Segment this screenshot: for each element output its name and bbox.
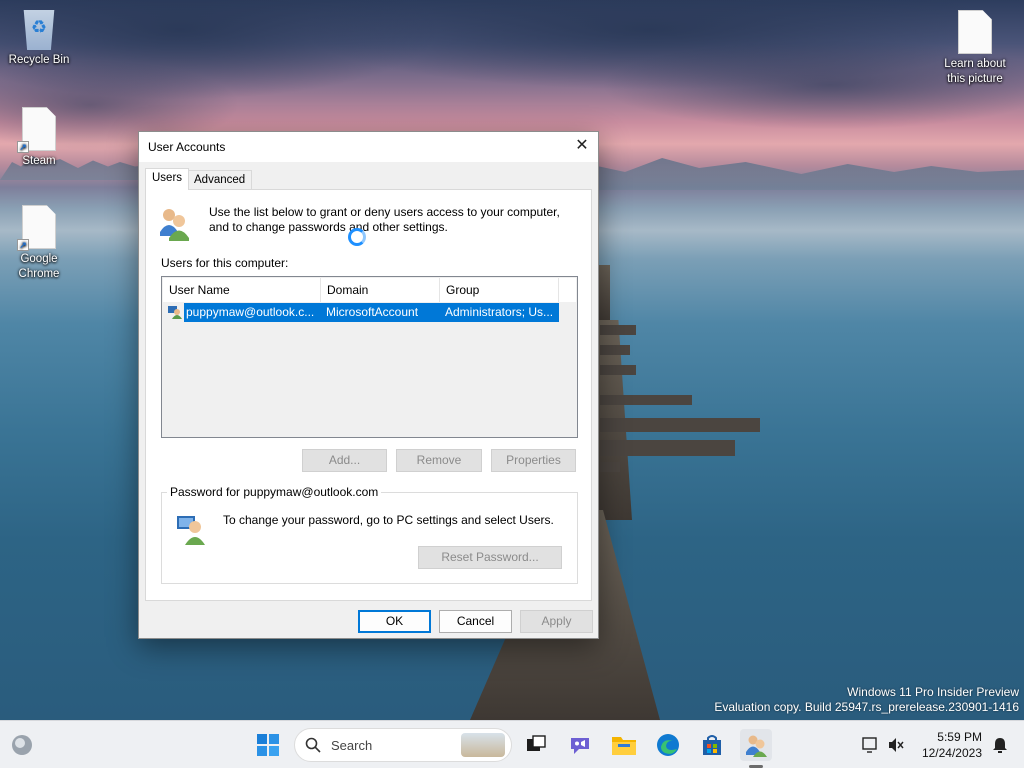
tab-users[interactable]: Users: [145, 168, 190, 190]
reset-password-button[interactable]: Reset Password...: [418, 546, 562, 569]
desktop-icon-label: Steam: [22, 155, 56, 167]
cell-user-name: puppymaw@outlook.c...: [184, 303, 320, 322]
desktop-icon-steam[interactable]: ↗ Steam: [1, 107, 77, 169]
search-highlight-image: [461, 733, 505, 757]
add-button[interactable]: Add...: [302, 449, 387, 472]
intro-text: Use the list below to grant or deny user…: [209, 205, 560, 234]
desktop-icon-label: Google Chrome: [18, 253, 60, 280]
watermark-line-2: Evaluation copy. Build 25947.rs_prerelea…: [714, 700, 1019, 714]
file-explorer-icon[interactable]: [608, 729, 640, 761]
dialog-title: User Accounts: [148, 140, 226, 154]
desktop-icon-google-chrome[interactable]: ↗ Google Chrome: [1, 205, 77, 282]
recycle-bin-icon: ♻: [23, 10, 55, 50]
clock-time: 5:59 PM: [937, 730, 982, 744]
teams-chat-icon[interactable]: [564, 729, 596, 761]
desktop-icon-label: Recycle Bin: [8, 54, 70, 66]
properties-button[interactable]: Properties: [491, 449, 576, 472]
edge-icon[interactable]: [652, 729, 684, 761]
shortcut-arrow-icon: ↗: [17, 239, 29, 251]
watermark-line-1: Windows 11 Pro Insider Preview: [847, 685, 1019, 699]
cell-domain: MicrosoftAccount: [320, 303, 439, 322]
taskbar: Search 5:59 PM 12/24/2023: [0, 720, 1024, 768]
password-groupbox: [161, 492, 578, 584]
users-list[interactable]: User Name Domain Group puppymaw@outlook.…: [161, 276, 578, 438]
clock[interactable]: 5:59 PM 12/24/2023: [922, 729, 982, 761]
widgets-icon[interactable]: [6, 729, 38, 761]
taskbar-search-box[interactable]: Search: [294, 728, 512, 762]
user-accounts-dialog: User Accounts ✕ Users Advanced Use the l…: [138, 131, 599, 639]
user-password-icon: [175, 512, 211, 551]
notification-icon[interactable]: [984, 729, 1016, 761]
dialog-titlebar[interactable]: User Accounts ✕: [139, 132, 598, 162]
search-placeholder: Search: [331, 738, 373, 753]
close-icon: ✕: [575, 137, 589, 154]
clock-date: 12/24/2023: [921, 746, 982, 760]
busy-cursor-icon: [348, 228, 366, 246]
remove-button[interactable]: Remove: [396, 449, 482, 472]
column-header-domain[interactable]: Domain: [321, 278, 440, 302]
users-icon: [155, 204, 195, 247]
evaluation-watermark: Windows 11 Pro Insider Preview Evaluatio…: [714, 685, 1019, 715]
cancel-button[interactable]: Cancel: [439, 610, 512, 633]
close-button[interactable]: ✕: [566, 132, 598, 162]
cell-group: Administrators; Us...: [439, 303, 559, 322]
column-header-group[interactable]: Group: [440, 278, 559, 302]
task-view-icon[interactable]: [520, 729, 552, 761]
desktop-icon-learn-about-picture[interactable]: Learn about this picture: [937, 10, 1013, 87]
column-header-user-name[interactable]: User Name: [163, 278, 321, 302]
desktop-icon-recycle-bin[interactable]: ♻ Recycle Bin: [1, 10, 77, 68]
volume-muted-icon[interactable]: [880, 729, 912, 761]
password-instructions: To change your password, go to PC settin…: [223, 513, 554, 527]
store-icon[interactable]: [696, 729, 728, 761]
list-header: User Name Domain Group: [163, 278, 576, 302]
ok-button[interactable]: OK: [358, 610, 431, 633]
shortcut-arrow-icon: ↗: [17, 141, 29, 153]
table-row[interactable]: puppymaw@outlook.c... MicrosoftAccount A…: [184, 303, 559, 322]
search-icon: [305, 737, 321, 756]
tab-advanced[interactable]: Advanced: [187, 170, 253, 190]
password-group-label: Password for puppymaw@outlook.com: [167, 485, 382, 499]
desktop-icon-label: Learn about this picture: [944, 58, 1006, 85]
users-list-label: Users for this computer:: [161, 256, 289, 270]
user-row-icon: [167, 304, 183, 323]
apply-button[interactable]: Apply: [520, 610, 593, 633]
user-accounts-icon[interactable]: [740, 729, 772, 761]
file-icon: [958, 10, 992, 54]
start-icon[interactable]: [252, 729, 284, 761]
